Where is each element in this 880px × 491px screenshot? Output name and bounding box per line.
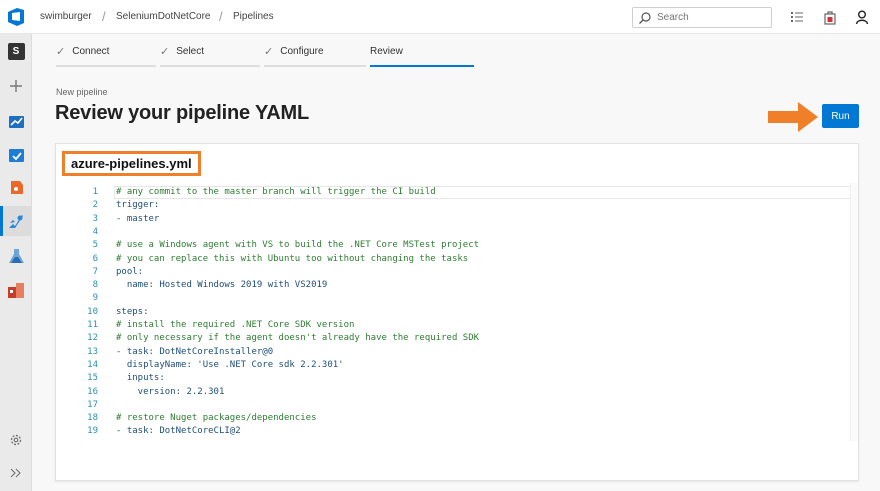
project-badge[interactable]: S xyxy=(6,41,26,61)
code-text: - task: DotNetCoreCLI@2 xyxy=(116,426,241,437)
code-text: steps: xyxy=(116,306,149,317)
line-number: 2 xyxy=(92,200,98,211)
code-text: # use a Windows agent with VS to build t… xyxy=(116,240,480,251)
line-number: 3 xyxy=(92,213,98,224)
code-text: inputs: xyxy=(116,373,165,384)
line-number: 7 xyxy=(92,266,98,277)
tab-review[interactable]: Review xyxy=(370,37,474,67)
annotation-arrow-icon xyxy=(768,102,818,132)
code-line: 18 # restore Nuget packages/dependencies xyxy=(56,412,846,425)
checkmark-icon: ✓ xyxy=(160,45,170,58)
line-number: 15 xyxy=(87,373,98,384)
code-text: - master xyxy=(116,213,160,224)
line-number: 10 xyxy=(87,306,98,317)
code-line: 19 - task: DotNetCoreCLI@2 xyxy=(56,425,846,438)
line-number: 4 xyxy=(92,226,98,237)
tab-label: Configure xyxy=(280,45,324,57)
yaml-code-editor[interactable]: 1 # any commit to the master branch will … xyxy=(56,183,858,441)
code-line: 17 xyxy=(56,399,846,412)
azure-devops-logo-icon[interactable] xyxy=(6,7,26,27)
code-line: 13 - task: DotNetCoreInstaller@0 xyxy=(56,346,846,359)
add-icon[interactable] xyxy=(6,76,26,96)
checkmark-icon: ✓ xyxy=(264,45,274,58)
code-text: # restore Nuget packages/dependencies xyxy=(116,413,317,424)
test-plans-icon[interactable] xyxy=(6,246,26,266)
collapse-icon[interactable] xyxy=(6,463,26,483)
artifacts-icon[interactable] xyxy=(6,280,26,300)
code-text: displayName: 'Use .NET Core sdk 2.2.301' xyxy=(116,359,344,370)
pipelines-icon[interactable] xyxy=(6,211,26,231)
boards-icon[interactable] xyxy=(6,145,26,165)
editor-scrollbar[interactable] xyxy=(850,183,858,441)
breadcrumb-pipelines[interactable]: Pipelines xyxy=(233,11,274,22)
repos-icon[interactable] xyxy=(6,177,26,197)
code-text: version: 2.2.301 xyxy=(116,386,225,397)
line-number: 13 xyxy=(87,346,98,357)
checkmark-icon: ✓ xyxy=(56,45,66,58)
code-line: 11 # install the required .NET Core SDK v… xyxy=(56,319,846,332)
file-name-label: azure-pipelines.yml xyxy=(62,151,201,176)
line-number: 19 xyxy=(87,426,98,437)
breadcrumb-project[interactable]: SeleniumDotNetCore xyxy=(116,11,211,22)
breadcrumb-separator: / xyxy=(102,9,106,24)
tab-label: Connect xyxy=(72,45,110,57)
code-text: pool: xyxy=(116,266,144,277)
code-text: name: Hosted Windows 2019 with VS2019 xyxy=(116,280,328,291)
overview-icon[interactable] xyxy=(6,111,26,131)
code-line: 6 # you can replace this with Ubuntu too … xyxy=(56,253,846,266)
code-line: 14 displayName: 'Use .NET Core sdk 2.2.3… xyxy=(56,359,846,372)
code-line: 15 inputs: xyxy=(56,372,846,385)
line-number: 9 xyxy=(92,293,98,304)
tab-label: Review xyxy=(370,45,403,57)
breadcrumb-organization[interactable]: swimburger xyxy=(40,11,92,22)
code-line: 3 - master xyxy=(56,213,846,226)
line-number: 12 xyxy=(87,333,98,344)
line-number: 8 xyxy=(92,280,98,291)
tab-connect[interactable]: ✓ Connect xyxy=(56,37,156,67)
code-line: 8 name: Hosted Windows 2019 with VS2019 xyxy=(56,279,846,292)
line-number: 16 xyxy=(87,386,98,397)
line-number: 6 xyxy=(92,253,98,264)
list-icon[interactable] xyxy=(789,9,805,25)
tab-label: Select xyxy=(176,45,205,57)
search-box[interactable] xyxy=(632,7,772,28)
page-subtitle: New pipeline xyxy=(56,87,108,97)
active-nav-indicator xyxy=(0,206,3,236)
line-number: 14 xyxy=(87,359,98,370)
code-text: # any commit to the master branch will t… xyxy=(116,187,436,197)
marketplace-bag-icon[interactable] xyxy=(822,9,838,25)
code-line: 9 xyxy=(56,292,846,305)
line-number: 18 xyxy=(87,413,98,424)
code-text: - task: DotNetCoreInstaller@0 xyxy=(116,346,274,357)
search-icon xyxy=(639,12,651,24)
line-number: 5 xyxy=(92,240,98,251)
code-line: 10 steps: xyxy=(56,306,846,319)
breadcrumb-separator: / xyxy=(219,9,223,24)
line-number: 17 xyxy=(87,399,98,410)
line-number: 1 xyxy=(92,187,98,197)
tab-select[interactable]: ✓ Select xyxy=(160,37,260,67)
code-text: trigger: xyxy=(116,200,160,211)
code-line: 12 # only necessary if the agent doesn't … xyxy=(56,332,846,345)
code-text: # install the required .NET Core SDK ver… xyxy=(116,320,355,330)
top-bar: swimburger / SeleniumDotNetCore / Pipeli… xyxy=(0,0,880,34)
user-avatar-icon[interactable] xyxy=(854,9,870,25)
search-input[interactable] xyxy=(657,12,757,23)
code-text: # only necessary if the agent doesn't al… xyxy=(116,333,480,344)
code-line: 16 version: 2.2.301 xyxy=(56,386,846,399)
code-line: 5 # use a Windows agent with VS to build … xyxy=(56,239,846,252)
code-text: # you can replace this with Ubuntu too w… xyxy=(116,253,469,264)
run-button[interactable]: Run xyxy=(822,104,859,128)
code-line: 7 pool: xyxy=(56,266,846,279)
code-line: 2 trigger: xyxy=(56,199,846,212)
code-line: 4 xyxy=(56,226,846,239)
line-number: 11 xyxy=(87,320,98,330)
code-line: 1 # any commit to the master branch will … xyxy=(56,186,846,199)
tab-configure[interactable]: ✓ Configure xyxy=(264,37,366,67)
page-title: Review your pipeline YAML xyxy=(55,102,309,124)
settings-icon[interactable] xyxy=(6,430,26,450)
